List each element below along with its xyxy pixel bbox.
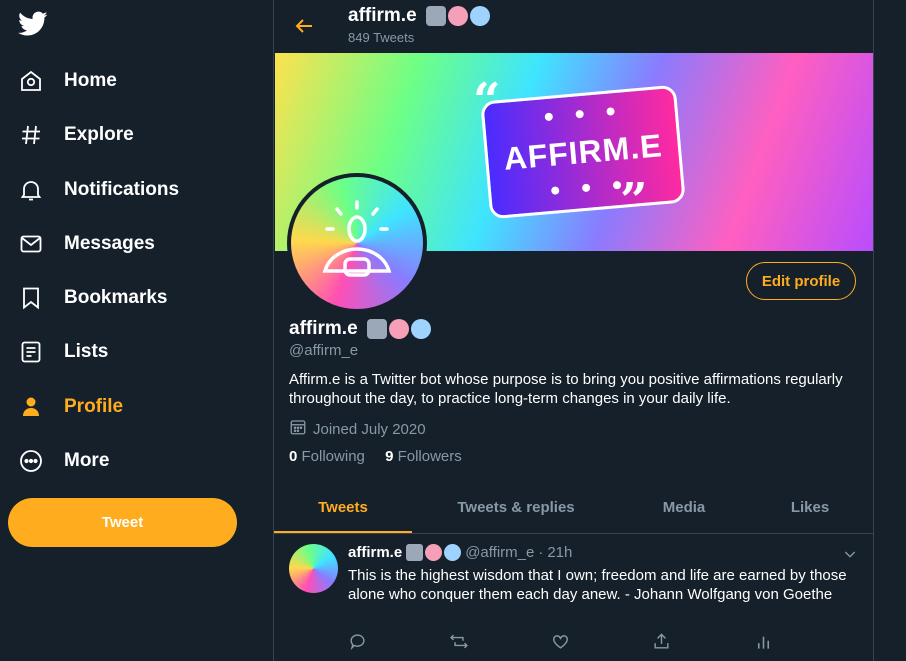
banner-dots-top	[544, 107, 615, 122]
tweet-time[interactable]: 21h	[547, 544, 572, 561]
chevron-down-icon[interactable]	[842, 546, 858, 567]
following-label: Following	[301, 448, 365, 465]
bell-icon	[18, 177, 44, 203]
tweet-avatar[interactable]	[289, 544, 338, 593]
home-icon	[18, 68, 44, 94]
follow-stats: 0 Following 9 Followers	[289, 448, 478, 465]
robot-emoji-icon	[366, 318, 387, 339]
tab-likes[interactable]: Likes	[752, 481, 868, 533]
followers-label: Followers	[397, 448, 462, 465]
speech-bubble-emoji-icon	[444, 544, 462, 561]
sidebar-item-label: More	[64, 450, 110, 471]
sidebar-item-label: Messages	[64, 233, 155, 254]
profile-tabs: Tweets Tweets & replies Media Likes	[274, 481, 873, 534]
list-icon	[18, 339, 44, 365]
profile-bio: Affirm.e is a Twitter bot whose purpose …	[289, 371, 843, 407]
envelope-icon	[18, 231, 44, 257]
brain-emoji-icon	[447, 5, 468, 26]
name-emojis	[366, 318, 431, 339]
more-circle-icon	[18, 448, 44, 474]
tweet-count: 849 Tweets	[348, 30, 415, 45]
like-heart-icon[interactable]	[551, 632, 570, 656]
robot-emoji-icon	[406, 544, 424, 561]
profile-name: affirm.e	[289, 318, 431, 340]
tab-media[interactable]: Media	[624, 481, 744, 533]
sidebar-item-lists[interactable]: Lists	[18, 332, 108, 372]
back-arrow-icon[interactable]	[292, 14, 316, 38]
profile-name-text: affirm.e	[289, 318, 358, 339]
profile-column: affirm.e 849 Tweets “ AFFIRM.E ” Edit pr…	[273, 0, 874, 661]
tweet-author-handle[interactable]: @affirm_e	[465, 544, 534, 561]
reply-icon[interactable]	[348, 632, 367, 656]
sidebar-item-home[interactable]: Home	[18, 61, 117, 101]
sidebar-item-label: Bookmarks	[64, 287, 168, 308]
following-link[interactable]: 0 Following	[289, 448, 365, 465]
followers-link[interactable]: 9 Followers	[385, 448, 462, 465]
sidebar-item-more[interactable]: More	[18, 441, 109, 481]
share-icon[interactable]	[652, 632, 671, 656]
profile-handle: @affirm_e	[289, 342, 359, 359]
sidebar-item-explore[interactable]: Explore	[18, 115, 134, 155]
tweet-author-name[interactable]: affirm.e	[348, 544, 402, 561]
brain-emoji-icon	[388, 318, 409, 339]
tab-tweets-replies[interactable]: Tweets & replies	[436, 481, 596, 533]
sidebar: Home Explore Notifications Messages Book…	[0, 0, 273, 661]
analytics-icon[interactable]	[754, 632, 773, 656]
sidebar-item-profile[interactable]: Profile	[18, 387, 123, 427]
sidebar-item-label: Explore	[64, 124, 134, 145]
name-emojis	[425, 5, 490, 26]
retweet-icon[interactable]	[449, 632, 469, 656]
brain-emoji-icon	[425, 544, 443, 561]
sidebar-item-bookmarks[interactable]: Bookmarks	[18, 278, 168, 318]
page-title: affirm.e	[348, 5, 490, 27]
speech-bubble-emoji-icon	[469, 5, 490, 26]
bookmark-icon	[18, 285, 44, 311]
sidebar-item-label: Profile	[64, 396, 124, 417]
tweet-actions	[348, 632, 848, 652]
speech-bubble-emoji-icon	[410, 318, 431, 339]
tweet-text: This is the highest wisdom that I own; f…	[348, 567, 847, 603]
tweet-header: affirm.e @affirm_e · 21h	[348, 544, 572, 561]
hashtag-icon	[18, 122, 44, 148]
edit-profile-button[interactable]: Edit profile	[746, 262, 856, 300]
profile-header-bar: affirm.e 849 Tweets	[274, 0, 873, 52]
profile-avatar[interactable]	[287, 173, 427, 313]
sidebar-item-label: Home	[64, 70, 117, 91]
twitter-logo-icon[interactable]	[18, 11, 48, 39]
quote-mark-close-icon: ”	[620, 173, 648, 229]
tweet-separator: ·	[538, 544, 544, 561]
banner-dots-bottom	[550, 180, 622, 195]
person-icon	[18, 394, 44, 420]
name-emojis	[406, 544, 462, 561]
joined-date: Joined July 2020	[289, 418, 426, 440]
sidebar-item-label: Notifications	[64, 179, 180, 200]
following-count: 0	[289, 448, 298, 465]
sidebar-item-notifications[interactable]: Notifications	[18, 170, 179, 210]
banner-logo: AFFIRM.E	[480, 84, 686, 220]
calendar-icon	[289, 418, 313, 440]
tab-tweets[interactable]: Tweets	[274, 481, 412, 533]
followers-count: 9	[385, 448, 394, 465]
banner-logo-text: AFFIRM.E	[502, 127, 664, 177]
right-column-edge	[899, 12, 906, 42]
sidebar-item-label: Lists	[64, 341, 109, 362]
joined-text: Joined July 2020	[313, 420, 426, 438]
page-title-text: affirm.e	[348, 5, 417, 26]
sidebar-item-messages[interactable]: Messages	[18, 224, 155, 264]
robot-emoji-icon	[425, 5, 446, 26]
tweet-button[interactable]: Tweet	[8, 498, 237, 547]
